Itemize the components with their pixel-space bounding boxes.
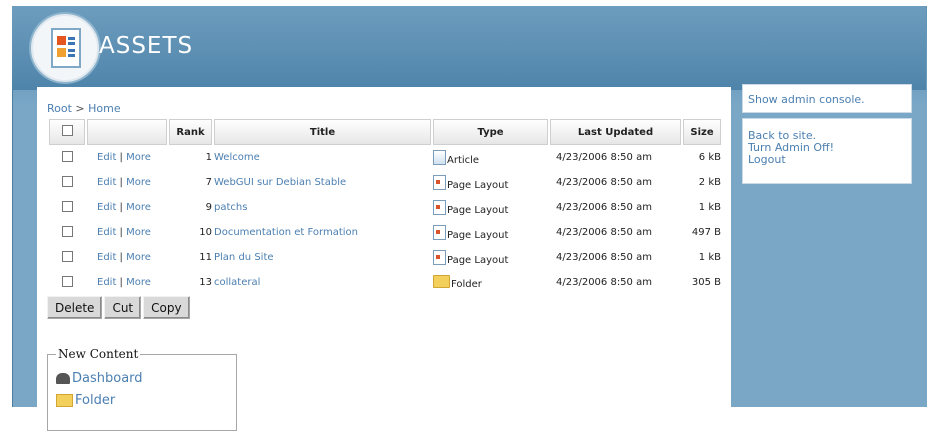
logout-link[interactable]: Logout [743, 154, 911, 166]
page-layout-icon [433, 174, 446, 190]
asset-title-link[interactable]: patchs [214, 202, 247, 213]
link-separator: | [116, 252, 127, 263]
more-link[interactable]: More [126, 177, 151, 188]
row-checkbox[interactable] [61, 250, 73, 262]
actions-column-header [87, 119, 167, 145]
copy-button[interactable]: Copy [143, 296, 190, 319]
link-separator: | [116, 202, 127, 213]
table-row: Edit | More 13 collateral Folder 4/23/20… [49, 270, 721, 295]
article-icon [433, 149, 446, 165]
page-title: ASSETS [99, 33, 194, 59]
size-cell: 6 kB [698, 152, 721, 163]
action-buttons: Delete Cut Copy [47, 296, 190, 319]
type-cell: Page Layout [447, 204, 509, 216]
row-checkbox[interactable] [61, 150, 73, 162]
new-content-label: Folder [75, 392, 116, 408]
size-column-header[interactable]: Size [683, 119, 721, 145]
more-link[interactable]: More [126, 252, 151, 263]
back-to-site-link[interactable]: Back to site. [743, 119, 911, 142]
updated-cell: 4/23/2006 8:50 am [556, 227, 652, 238]
edit-link[interactable]: Edit [97, 277, 116, 288]
admin-console-box: Show admin console. [742, 84, 912, 113]
row-checkbox[interactable] [61, 200, 73, 212]
asset-title-link[interactable]: Plan du Site [214, 252, 274, 263]
row-checkbox[interactable] [61, 275, 73, 287]
select-all-checkbox[interactable] [61, 125, 73, 136]
link-separator: | [116, 277, 127, 288]
show-admin-console-link[interactable]: Show admin console. [743, 85, 911, 106]
updated-cell: 4/23/2006 8:50 am [556, 152, 652, 163]
rank-cell: 11 [199, 252, 212, 263]
last-updated-column-header[interactable]: Last Updated [550, 119, 681, 145]
new-content-legend: New Content [58, 347, 139, 361]
rank-cell: 13 [199, 277, 212, 288]
assets-table: Rank Title Type Last Updated Size Edit |… [47, 119, 723, 295]
more-link[interactable]: More [126, 152, 151, 163]
type-cell: Folder [451, 279, 482, 290]
rank-cell: 7 [205, 177, 212, 188]
table-row: Edit | More 1 Welcome Article 4/23/2006 … [49, 145, 721, 170]
folder-icon [433, 275, 450, 288]
new-content-label: Dashboard [72, 370, 143, 386]
table-row: Edit | More 10 Documentation et Formatio… [49, 220, 721, 245]
new-folder-link[interactable]: Folder [56, 389, 228, 411]
size-cell: 305 B [691, 277, 721, 288]
link-separator: | [116, 227, 127, 238]
asset-manager-panel: Root > Home Rank Title Type Last Updated… [37, 87, 731, 431]
page-layout-icon [433, 199, 446, 215]
cut-button[interactable]: Cut [104, 296, 142, 319]
type-cell: Article [447, 154, 480, 166]
rank-cell: 10 [199, 227, 212, 238]
rank-column-header[interactable]: Rank [169, 119, 212, 145]
breadcrumb-root-link[interactable]: Root [47, 102, 72, 115]
edit-link[interactable]: Edit [97, 177, 116, 188]
asset-title-link[interactable]: collateral [214, 277, 260, 288]
table-row: Edit | More 7 WebGUI sur Debian Stable P… [49, 170, 721, 195]
updated-cell: 4/23/2006 8:50 am [556, 252, 652, 263]
updated-cell: 4/23/2006 8:50 am [556, 177, 652, 188]
more-link[interactable]: More [126, 202, 151, 213]
type-column-header[interactable]: Type [433, 119, 548, 145]
updated-cell: 4/23/2006 8:50 am [556, 202, 652, 213]
title-column-header[interactable]: Title [214, 119, 431, 145]
edit-link[interactable]: Edit [97, 252, 116, 263]
more-link[interactable]: More [126, 227, 151, 238]
type-cell: Page Layout [447, 254, 509, 266]
size-cell: 1 kB [698, 252, 721, 263]
type-cell: Page Layout [447, 229, 509, 241]
rank-cell: 9 [205, 202, 212, 213]
link-separator: | [116, 152, 127, 163]
breadcrumb-separator: > [71, 102, 89, 115]
folder-icon [56, 393, 73, 407]
page-layout-icon [433, 224, 446, 240]
edit-link[interactable]: Edit [97, 227, 116, 238]
asset-title-link[interactable]: Welcome [214, 152, 260, 163]
row-checkbox[interactable] [61, 225, 73, 237]
link-separator: | [116, 177, 127, 188]
assets-logo-icon [31, 14, 99, 82]
type-cell: Page Layout [447, 179, 509, 191]
row-checkbox[interactable] [61, 175, 73, 187]
rank-cell: 1 [205, 152, 212, 163]
table-row: Edit | More 11 Plan du Site Page Layout … [49, 245, 721, 270]
updated-cell: 4/23/2006 8:50 am [556, 277, 652, 288]
more-link[interactable]: More [126, 277, 151, 288]
breadcrumb-home-link[interactable]: Home [88, 102, 120, 115]
page-layout-icon [433, 249, 446, 265]
admin-links-box: Back to site. Turn Admin Off! Logout [742, 118, 912, 184]
breadcrumb: Root > Home [47, 102, 121, 115]
size-cell: 497 B [691, 227, 721, 238]
edit-link[interactable]: Edit [97, 152, 116, 163]
edit-link[interactable]: Edit [97, 202, 116, 213]
dashboard-icon [56, 372, 70, 384]
size-cell: 2 kB [698, 177, 721, 188]
select-all-header [49, 119, 85, 145]
delete-button[interactable]: Delete [47, 296, 103, 319]
new-dashboard-link[interactable]: Dashboard [56, 367, 228, 389]
table-row: Edit | More 9 patchs Page Layout 4/23/20… [49, 195, 721, 220]
asset-title-link[interactable]: WebGUI sur Debian Stable [214, 177, 346, 188]
new-content-box: New Content Dashboard Folder [47, 347, 237, 431]
size-cell: 1 kB [698, 202, 721, 213]
asset-title-link[interactable]: Documentation et Formation [214, 227, 358, 238]
